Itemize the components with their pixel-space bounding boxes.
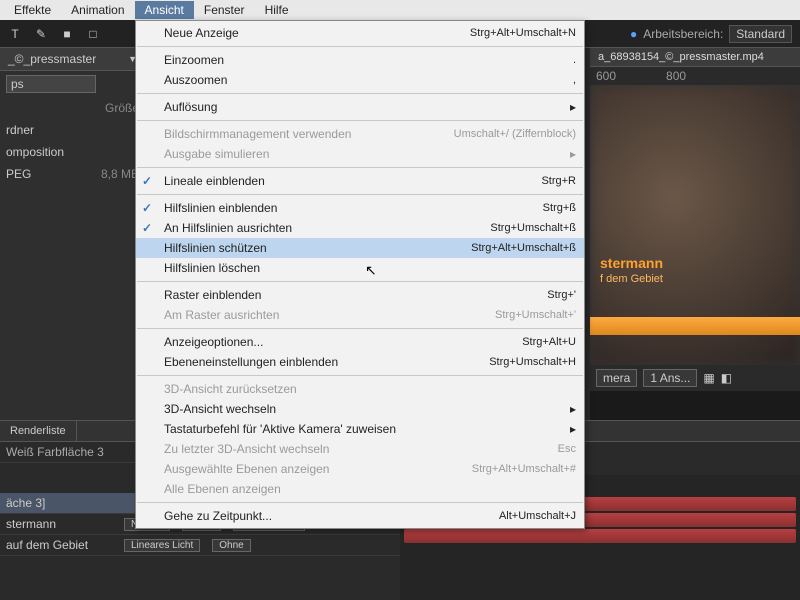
menu-item: Bildschirmmanagement verwendenUmschalt+/… [136, 124, 584, 144]
preview-viewport[interactable]: stermann f dem Gebiet [590, 85, 800, 365]
menu-item[interactable]: Ebeneneinstellungen einblendenStrg+Umsch… [136, 352, 584, 372]
submenu-arrow-icon: ▸ [570, 147, 576, 161]
view-menu-dropdown: Neue AnzeigeStrg+Alt+Umschalt+N Einzoomen… [135, 20, 585, 529]
ruler: 600800 [590, 67, 800, 85]
menu-item[interactable]: Raster einblendenStrg+' [136, 285, 584, 305]
menu-item: Am Raster ausrichtenStrg+Umschalt+' [136, 305, 584, 325]
menu-item[interactable]: ✓Lineale einblendenStrg+R [136, 171, 584, 191]
menu-item: Ausgabe simulieren▸ [136, 144, 584, 164]
menu-fenster[interactable]: Fenster [194, 1, 255, 19]
menu-item: Zu letzter 3D-Ansicht wechselnEsc [136, 439, 584, 459]
menu-item[interactable]: Hilfslinien schützenStrg+Alt+Umschalt+ß [136, 238, 584, 258]
menu-item: Ausgewählte Ebenen anzeigenStrg+Alt+Umsc… [136, 459, 584, 479]
check-icon: ✓ [142, 174, 152, 188]
menu-item[interactable]: Einzoomen. [136, 50, 584, 70]
menu-item[interactable]: ✓Hilfslinien einblendenStrg+ß [136, 198, 584, 218]
ae-logo-icon: ● [630, 27, 637, 41]
comp-tab[interactable]: a_68938154_©_pressmaster.mp4 [590, 48, 800, 67]
pen-tool-icon[interactable]: ✎ [32, 25, 50, 43]
project-tab[interactable]: _©_pressmaster▼ [0, 48, 145, 71]
size-column-header: Größe [105, 101, 139, 115]
track-matte-dropdown[interactable]: Ohne [212, 539, 250, 552]
menu-item[interactable]: Auflösung▸ [136, 97, 584, 117]
overlay-title: stermann [600, 255, 663, 271]
layer-bar[interactable] [404, 529, 796, 543]
lower-third-bar [590, 317, 800, 335]
menu-item[interactable]: Tastaturbefehl für 'Aktive Kamera' zuwei… [136, 419, 584, 439]
submenu-arrow-icon: ▸ [570, 100, 576, 114]
menu-item: Alle Ebenen anzeigen [136, 479, 584, 499]
color-swatch-label: Weiß Farbfläche 3 [6, 445, 104, 459]
menu-effekte[interactable]: Effekte [4, 1, 61, 19]
menu-item[interactable]: Neue AnzeigeStrg+Alt+Umschalt+N [136, 23, 584, 43]
list-item[interactable]: PEG [6, 167, 31, 181]
list-item[interactable]: rdner [6, 123, 34, 137]
menu-hilfe[interactable]: Hilfe [255, 1, 299, 19]
menu-ansicht[interactable]: Ansicht [135, 1, 194, 19]
view-dropdown[interactable]: 1 Ans... [643, 369, 697, 387]
menu-item[interactable]: Auszoomen, [136, 70, 584, 90]
menu-item[interactable]: ✓An Hilfslinien ausrichtenStrg+Umschalt+… [136, 218, 584, 238]
menu-animation[interactable]: Animation [61, 1, 134, 19]
submenu-arrow-icon: ▸ [570, 422, 576, 436]
check-icon: ✓ [142, 221, 152, 235]
workspace-dropdown[interactable]: Standard [729, 25, 792, 43]
grid-icon[interactable]: ▦ [703, 371, 714, 385]
blend-mode-dropdown[interactable]: Lineares Licht [124, 539, 200, 552]
camera-dropdown[interactable]: mera [596, 369, 637, 387]
overlay-subtitle: f dem Gebiet [600, 273, 663, 285]
brush-tool-icon[interactable]: ■ [58, 25, 76, 43]
stamp-tool-icon[interactable]: □ [84, 25, 102, 43]
menubar: EffekteAnimationAnsichtFensterHilfe [0, 0, 800, 20]
submenu-arrow-icon: ▸ [570, 402, 576, 416]
check-icon: ✓ [142, 201, 152, 215]
tab-renderlist[interactable]: Renderliste [0, 421, 77, 441]
menu-item[interactable]: Gehe zu Zeitpunkt...Alt+Umschalt+J [136, 506, 584, 526]
search-input[interactable] [6, 75, 96, 93]
text-tool-icon[interactable]: T [6, 25, 24, 43]
menu-item[interactable]: Anzeigeoptionen...Strg+Alt+U [136, 332, 584, 352]
workspace-label: Arbeitsbereich: [643, 27, 723, 41]
menu-item[interactable]: 3D-Ansicht wechseln▸ [136, 399, 584, 419]
mask-icon[interactable]: ◧ [721, 371, 732, 385]
menu-item: 3D-Ansicht zurücksetzen [136, 379, 584, 399]
menu-item[interactable]: Hilfslinien löschen [136, 258, 584, 278]
preview-controls: mera 1 Ans... ▦ ◧ [590, 365, 800, 391]
list-item[interactable]: omposition [6, 145, 64, 159]
